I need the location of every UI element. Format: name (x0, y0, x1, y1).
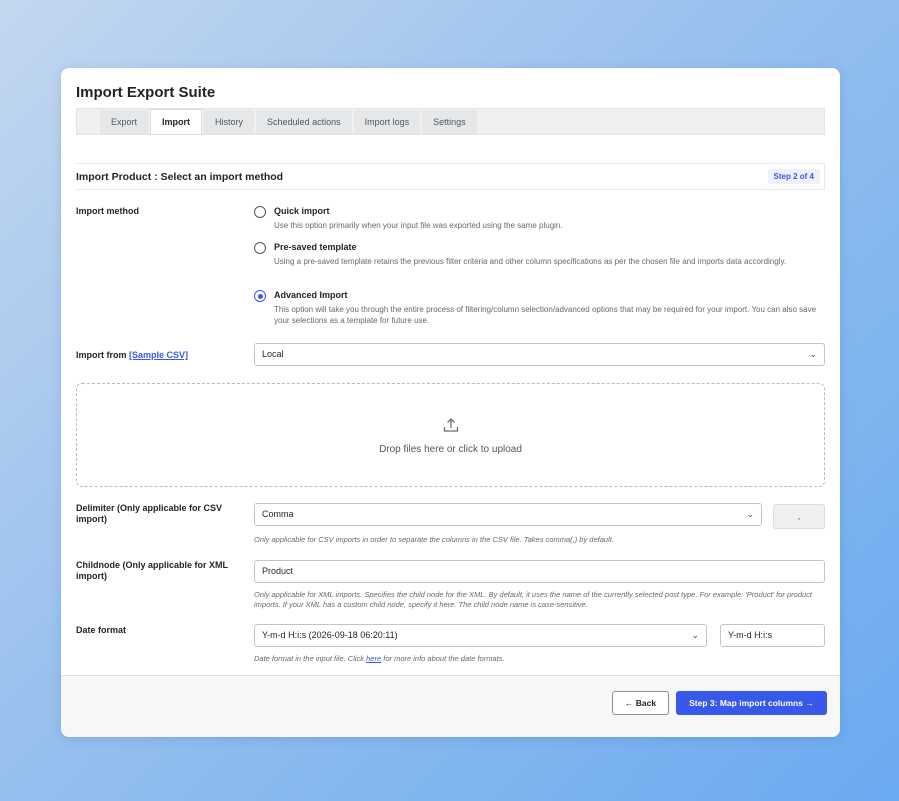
tab-scheduled-actions[interactable]: Scheduled actions (256, 110, 352, 134)
main-card: Import Export Suite Export Import Histor… (61, 68, 840, 737)
date-format-help-text: Date format in the input file. Click (254, 654, 367, 663)
step-title: Import Product : Select an import method (76, 171, 284, 183)
pre-saved-template-desc: Using a pre-saved template retains the p… (274, 257, 787, 266)
dropzone-text: Drop files here or click to upload (379, 444, 522, 455)
pre-saved-template-radio[interactable] (254, 242, 266, 254)
date-format-help: Date format in the input file. Click her… (254, 654, 825, 664)
date-format-help-text-end: for more info about the date formats. (381, 654, 505, 663)
advanced-import-title: Advanced Import (274, 290, 348, 300)
back-label: Back (635, 698, 657, 708)
tab-bar: Export Import History Scheduled actions … (76, 108, 825, 135)
import-method-label: Import method (76, 206, 139, 216)
chevron-down-icon: ⌄ (691, 630, 699, 640)
childnode-input[interactable]: Product (254, 560, 825, 583)
upload-icon (443, 418, 459, 432)
delimiter-select[interactable]: Comma ⌄ (254, 503, 762, 526)
import-from-label: Import from [Sample CSV] (76, 350, 188, 361)
childnode-label: Childnode (Only applicable for XML impor… (76, 560, 228, 581)
date-format-select[interactable]: Y-m-d H:i:s (2026-09-18 06:20:11) ⌄ (254, 624, 707, 647)
app-title: Import Export Suite (76, 84, 216, 101)
step-header: Import Product : Select an import method… (76, 163, 825, 190)
step-badge: Step 2 of 4 (767, 169, 820, 184)
advanced-import-radio[interactable] (254, 290, 266, 302)
delimiter-value: Comma (262, 509, 294, 519)
delimiter-char-input[interactable]: , (773, 504, 825, 529)
tab-export[interactable]: Export (100, 110, 149, 134)
chevron-down-icon: ⌄ (809, 349, 817, 359)
tab-history[interactable]: History (204, 110, 255, 134)
advanced-import-desc: This option will take you through the en… (274, 305, 817, 325)
import-from-text: Import from (76, 350, 127, 360)
quick-import-desc: Use this option primarily when your inpu… (274, 221, 563, 230)
date-format-value: Y-m-d H:i:s (2026-09-18 06:20:11) (262, 630, 398, 640)
footer-bar: ← Back Step 3: Map import columns → (61, 675, 840, 737)
delimiter-label: Delimiter (Only applicable for CSV impor… (76, 503, 223, 524)
back-button[interactable]: ← Back (612, 691, 669, 715)
chevron-down-icon: ⌄ (746, 509, 754, 519)
import-from-value: Local (262, 349, 284, 359)
tab-import[interactable]: Import (150, 109, 203, 134)
delimiter-help: Only applicable for CSV imports in order… (254, 535, 614, 544)
quick-import-title: Quick import (274, 206, 330, 216)
tab-settings[interactable]: Settings (422, 110, 477, 134)
date-format-help-link[interactable]: here (366, 654, 381, 663)
import-from-select[interactable]: Local ⌄ (254, 343, 825, 366)
childnode-help: Only applicable for XML imports. Specifi… (254, 590, 813, 609)
next-step-button[interactable]: Step 3: Map import columns → (676, 691, 827, 715)
arrow-left-icon: ← (624, 698, 634, 708)
file-dropzone[interactable]: Drop files here or click to upload (76, 383, 825, 487)
sample-csv-link[interactable]: [Sample CSV] (129, 350, 188, 360)
arrow-right-icon: → (805, 698, 814, 708)
date-format-custom-input[interactable]: Y-m-d H:i:s (720, 624, 825, 647)
tab-import-logs[interactable]: Import logs (353, 110, 421, 134)
next-step-label: Step 3: Map import columns (689, 698, 803, 708)
quick-import-radio[interactable] (254, 206, 266, 218)
pre-saved-template-title: Pre-saved template (274, 242, 357, 252)
date-format-label: Date format (76, 625, 127, 635)
